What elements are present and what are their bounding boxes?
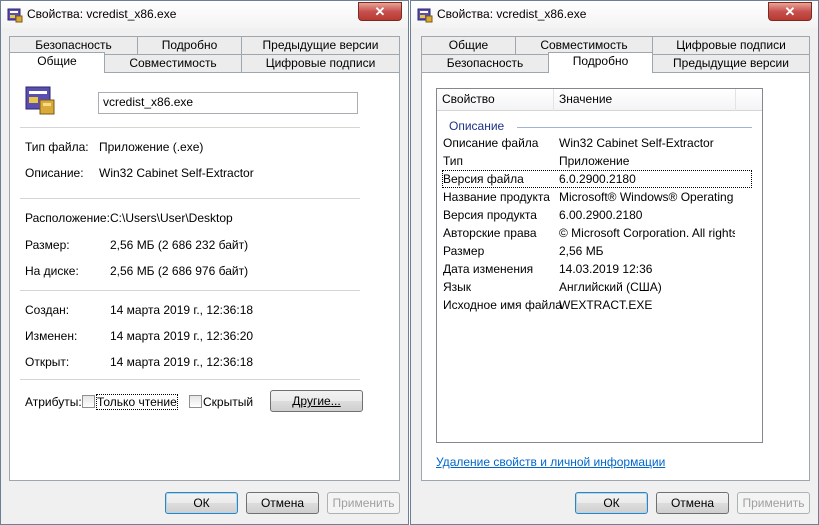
- apply-button[interactable]: Применить: [327, 492, 400, 514]
- modified-value: 14 марта 2019 г., 12:36:20: [110, 329, 254, 343]
- apply-button[interactable]: Применить: [737, 492, 810, 514]
- list-header: Свойство Значение: [437, 89, 762, 111]
- advanced-button[interactable]: Другие...: [270, 390, 363, 412]
- close-button[interactable]: ✕: [358, 2, 402, 21]
- window-title: Свойства: vcredist_x86.exe: [27, 7, 177, 21]
- property-value: 14.03.2019 12:36: [559, 262, 653, 276]
- size-on-disk-label: На диске:: [25, 264, 79, 278]
- separator: [20, 290, 360, 291]
- property-name: Название продукта: [443, 190, 550, 204]
- property-name: Авторские права: [443, 226, 537, 240]
- property-value: Приложение: [559, 154, 630, 168]
- properties-window-general: Свойства: vcredist_x86.exe ✕ Безопасност…: [0, 0, 409, 525]
- general-panel: vcredist_x86.exe Тип файла: Приложение (…: [9, 72, 400, 481]
- list-item[interactable]: Название продукта Microsoft® Windows® Op…: [442, 188, 752, 206]
- column-property[interactable]: Свойство: [437, 89, 554, 111]
- installer-icon: [417, 7, 433, 23]
- property-value: 6.0.2900.2180: [559, 172, 636, 186]
- list-item[interactable]: Исходное имя файла WEXTRACT.EXE: [442, 296, 752, 314]
- property-name: Версия файла: [443, 172, 524, 186]
- group-line: [517, 127, 752, 128]
- accessed-label: Открыт:: [25, 355, 70, 369]
- group-header-description: Описание: [449, 119, 505, 133]
- list-item[interactable]: Дата изменения 14.03.2019 12:36: [442, 260, 752, 278]
- property-value: 6.00.2900.2180: [559, 208, 643, 222]
- hidden-checkbox[interactable]: [189, 395, 202, 408]
- title-bar[interactable]: Свойства: vcredist_x86.exe ✕: [1, 1, 408, 28]
- tab-general[interactable]: Общие: [9, 52, 105, 73]
- tab-general[interactable]: Общие: [421, 36, 516, 54]
- accessed-value: 14 марта 2019 г., 12:36:18: [110, 355, 254, 369]
- installer-icon: [7, 7, 23, 23]
- list-item[interactable]: Размер 2,56 МБ: [442, 242, 752, 260]
- tab-security[interactable]: Безопасность: [421, 54, 549, 72]
- file-type-label: Тип файла:: [25, 140, 89, 154]
- properties-window-details: Свойства: vcredist_x86.exe ✕ Общие Совме…: [410, 0, 819, 525]
- property-name: Дата изменения: [443, 262, 534, 276]
- properties-list[interactable]: Свойство Значение Описание Описание файл…: [436, 88, 763, 443]
- remove-properties-link[interactable]: Удаление свойств и личной информации: [436, 455, 665, 469]
- file-type-value: Приложение (.exe): [99, 140, 204, 154]
- property-value: © Microsoft Corporation. All rights ...: [559, 226, 735, 240]
- tab-digital-signatures[interactable]: Цифровые подписи: [652, 36, 810, 54]
- size-label: Размер:: [25, 238, 70, 252]
- readonly-checkbox[interactable]: [82, 395, 95, 408]
- created-label: Создан:: [25, 303, 70, 317]
- property-name: Язык: [443, 280, 472, 294]
- details-panel: Свойство Значение Описание Описание файл…: [421, 72, 810, 481]
- property-name: Описание файла: [443, 136, 539, 150]
- property-value: Win32 Cabinet Self-Extractor: [559, 136, 714, 150]
- advanced-button-label: Другие...: [292, 394, 341, 408]
- list-item[interactable]: Версия продукта 6.00.2900.2180: [442, 206, 752, 224]
- close-icon: ✕: [784, 4, 796, 19]
- separator: [20, 198, 360, 199]
- property-value: WEXTRACT.EXE: [559, 298, 653, 312]
- title-bar[interactable]: Свойства: vcredist_x86.exe ✕: [411, 1, 818, 28]
- property-value: 2,56 МБ: [559, 244, 604, 258]
- separator: [20, 127, 360, 128]
- tab-details[interactable]: Подробно: [548, 52, 653, 73]
- close-icon: ✕: [374, 4, 386, 19]
- ok-button[interactable]: ОК: [575, 492, 648, 514]
- location-label: Расположение:: [25, 211, 110, 225]
- list-item[interactable]: Тип Приложение: [442, 152, 752, 170]
- installer-icon: [24, 83, 58, 117]
- property-value: Microsoft® Windows® Operating ...: [559, 190, 735, 204]
- property-name: Версия продукта: [443, 208, 537, 222]
- filename-input[interactable]: vcredist_x86.exe: [98, 92, 358, 114]
- cancel-button[interactable]: Отмена: [246, 492, 319, 514]
- tab-previous-versions[interactable]: Предыдущие версии: [241, 36, 400, 54]
- attributes-label: Атрибуты:: [25, 395, 82, 409]
- property-name: Исходное имя файла: [443, 298, 562, 312]
- tab-details[interactable]: Подробно: [137, 36, 242, 54]
- description-value: Win32 Cabinet Self-Extractor: [99, 166, 254, 180]
- list-item[interactable]: Описание файла Win32 Cabinet Self-Extrac…: [442, 134, 752, 152]
- description-label: Описание:: [25, 166, 84, 180]
- property-name: Размер: [443, 244, 485, 258]
- list-item[interactable]: Язык Английский (США): [442, 278, 752, 296]
- tab-previous-versions[interactable]: Предыдущие версии: [652, 54, 810, 72]
- readonly-label[interactable]: Только чтение: [96, 394, 178, 410]
- location-value: C:\Users\User\Desktop: [110, 211, 233, 225]
- cancel-button[interactable]: Отмена: [656, 492, 729, 514]
- ok-button[interactable]: ОК: [165, 492, 238, 514]
- size-value: 2,56 МБ (2 686 232 байт): [110, 238, 249, 252]
- modified-label: Изменен:: [25, 329, 78, 343]
- property-name: Тип: [443, 154, 464, 168]
- tab-digital-signatures[interactable]: Цифровые подписи: [241, 54, 400, 72]
- list-item[interactable]: Версия файла 6.0.2900.2180: [442, 170, 752, 188]
- property-value: Английский (США): [559, 280, 662, 294]
- list-item[interactable]: Авторские права © Microsoft Corporation.…: [442, 224, 752, 242]
- separator: [20, 379, 360, 380]
- hidden-label[interactable]: Скрытый: [203, 395, 253, 409]
- created-value: 14 марта 2019 г., 12:36:18: [110, 303, 254, 317]
- tab-compatibility[interactable]: Совместимость: [104, 54, 242, 72]
- size-on-disk-value: 2,56 МБ (2 686 976 байт): [110, 264, 249, 278]
- window-title: Свойства: vcredist_x86.exe: [437, 7, 587, 21]
- column-value[interactable]: Значение: [554, 89, 736, 111]
- close-button[interactable]: ✕: [768, 2, 812, 21]
